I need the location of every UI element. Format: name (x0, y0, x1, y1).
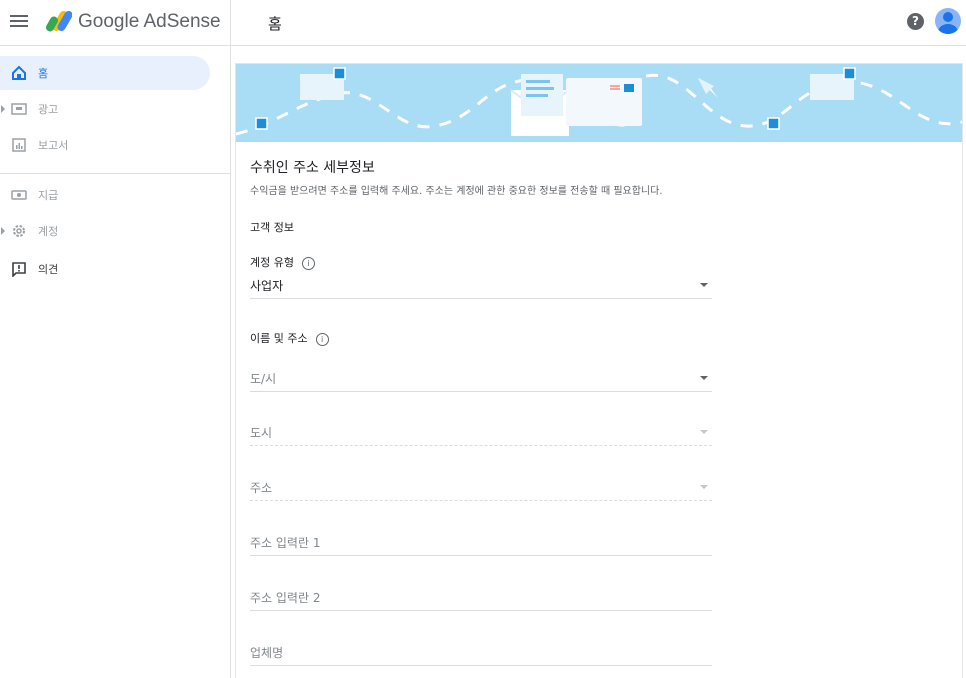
brand-name: Google AdSense (78, 11, 221, 32)
sidebar-item-label: 지급 (38, 189, 59, 202)
city-placeholder: 도시 (250, 426, 273, 440)
section-description: 수익금을 받으려면 주소를 입력해 주세요. 주소는 계정에 관한 중요한 정보… (250, 186, 663, 197)
address-line1-input[interactable]: 주소 입력란 1 (250, 530, 712, 556)
account-type-label-row: 계정 유형 i (250, 254, 315, 270)
sidebar-item-label: 계정 (38, 225, 59, 238)
ads-icon (11, 103, 27, 115)
address-line1-placeholder: 주소 입력란 1 (250, 536, 321, 550)
sidebar-divider (0, 173, 230, 174)
top-app-bar: Google AdSense 홈 ? (0, 0, 966, 46)
gear-icon (13, 225, 25, 237)
province-placeholder: 도/시 (250, 372, 277, 386)
sidebar-item-reports[interactable]: 보고서 (0, 128, 210, 162)
sidebar-item-label: 홈 (38, 67, 49, 80)
address-select[interactable]: 주소 (250, 475, 712, 501)
menu-icon[interactable] (10, 12, 28, 32)
sidebar-item-label: 의견 (38, 263, 59, 276)
chevron-down-icon (700, 485, 708, 489)
address-placeholder: 주소 (250, 481, 273, 495)
sidebar-item-payments[interactable]: 지급 (0, 178, 210, 212)
address-line2-input[interactable]: 주소 입력란 2 (250, 585, 712, 611)
address-details-card: 수취인 주소 세부정보 수익금을 받으려면 주소를 입력해 주세요. 주소는 계… (236, 64, 962, 678)
sidebar-item-label: 보고서 (38, 139, 69, 152)
chevron-down-icon (700, 430, 708, 434)
province-select[interactable]: 도/시 (250, 366, 712, 392)
chevron-down-icon (700, 283, 708, 287)
account-type-select[interactable]: 사업자 (250, 273, 712, 299)
name-address-label: 이름 및 주소 (250, 332, 308, 345)
expand-caret-icon (1, 227, 5, 235)
reports-icon (12, 138, 26, 152)
sidebar-item-ads[interactable]: 광고 (0, 92, 210, 126)
section-title: 수취인 주소 세부정보 (250, 160, 375, 176)
page-title: 홈 (268, 15, 282, 33)
customer-info-heading: 고객 정보 (250, 221, 294, 234)
business-name-placeholder: 업체명 (250, 646, 284, 660)
chevron-down-icon (700, 376, 708, 380)
sidebar: 홈 광고 보고서 지급 계정 의견 (0, 46, 231, 678)
expand-caret-icon (1, 105, 5, 113)
header-divider (230, 0, 231, 45)
mail-illustration-banner (236, 64, 962, 142)
account-type-value: 사업자 (250, 279, 284, 293)
sidebar-item-label: 광고 (38, 103, 59, 116)
home-icon (12, 65, 26, 80)
city-select[interactable]: 도시 (250, 420, 712, 446)
business-name-input[interactable]: 업체명 (250, 640, 712, 666)
avatar[interactable] (935, 8, 961, 34)
address-line2-placeholder: 주소 입력란 2 (250, 591, 321, 605)
name-address-label-row: 이름 및 주소 i (250, 330, 329, 346)
adsense-logo-icon (46, 10, 72, 32)
sidebar-item-account[interactable]: 계정 (0, 214, 210, 248)
feedback-icon (12, 262, 26, 277)
info-icon[interactable]: i (301, 256, 315, 270)
payments-icon (11, 190, 27, 200)
account-type-label: 계정 유형 (250, 256, 294, 269)
info-icon[interactable]: i (315, 332, 329, 346)
sidebar-item-feedback[interactable]: 의견 (0, 252, 210, 286)
help-icon[interactable]: ? (907, 13, 924, 30)
sidebar-item-home[interactable]: 홈 (0, 56, 210, 90)
